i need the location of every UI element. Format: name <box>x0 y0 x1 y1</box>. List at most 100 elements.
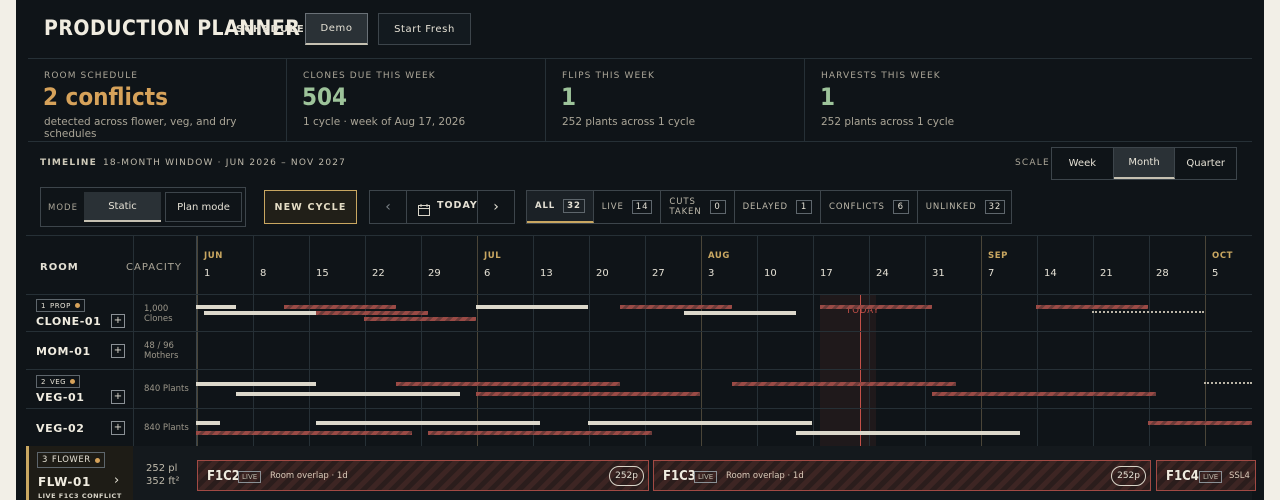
room-name: VEG-02 <box>36 422 85 435</box>
timeline-window: 18-MONTH WINDOW · JUN 2026 – NOV 2027 <box>102 158 347 168</box>
room-name: FLW-01 <box>38 475 91 489</box>
room-row-veg-02[interactable]: VEG-02 + 840 Plants <box>26 409 1252 447</box>
month-label: JUN <box>204 251 223 261</box>
add-cycle-icon[interactable]: + <box>111 421 125 435</box>
stat-label: ROOM SCHEDULE <box>44 71 139 81</box>
week-label: 8 <box>260 268 267 279</box>
week-label: 3 <box>708 268 715 279</box>
stats-bar: ROOM SCHEDULE 2 conflicts detected acros… <box>28 58 1252 142</box>
cycle-message: Room overlap · 1d <box>726 471 804 481</box>
week-label: 14 <box>1044 268 1057 279</box>
filter-all[interactable]: ALL 32 <box>527 191 594 223</box>
room-row-mom-01[interactable]: MOM-01 + 48 / 96 Mothers <box>26 332 1252 370</box>
cycle-message: SSL4 <box>1229 471 1250 481</box>
flower-cycle-block[interactable]: F1C4 LIVE SSL4 <box>1156 460 1256 491</box>
week-label: 15 <box>316 268 329 279</box>
scale-selector: Week Month Quarter <box>1051 147 1237 180</box>
week-label: 20 <box>596 268 609 279</box>
stat-harvests: HARVESTS THIS WEEK 1 252 plants across 1… <box>805 59 1063 141</box>
stat-clones-due: CLONES DUE THIS WEEK 504 1 cycle · week … <box>287 59 546 141</box>
new-cycle-button[interactable]: NEW CYCLE <box>264 190 357 224</box>
scale-label: SCALE <box>1015 158 1050 168</box>
filter-live[interactable]: LIVE 14 <box>594 191 662 223</box>
flower-cycle-block[interactable]: F1C3 LIVE Room overlap · 1d 252p <box>653 460 1151 491</box>
mode-label: MODE <box>48 203 78 213</box>
stat-room-schedule: ROOM SCHEDULE 2 conflicts detected acros… <box>28 59 287 141</box>
week-label: 31 <box>932 268 945 279</box>
add-cycle-icon[interactable]: + <box>111 344 125 358</box>
flower-room-cell: 3 FLOWER FLW-01 › LIVE F1C3 CONFLICT <box>26 446 133 500</box>
room-row-veg-01[interactable]: 2 VEG VEG-01 + 840 Plants <box>26 370 1252 409</box>
stat-label: HARVESTS THIS WEEK <box>821 71 941 81</box>
plant-count-badge: 252p <box>609 466 644 486</box>
week-label: 1 <box>204 268 211 279</box>
cycle-code: F1C4 <box>1166 469 1199 484</box>
schedule-label: SCHEDULE <box>236 24 305 35</box>
timeline-heading: TIMELINE 18-MONTH WINDOW · JUN 2026 – NOV… <box>40 158 346 168</box>
month-label: AUG <box>708 251 730 261</box>
filter-count: 0 <box>709 200 726 214</box>
week-label: 28 <box>1156 268 1169 279</box>
filter-label: ALL <box>535 201 556 211</box>
mode-plan-button[interactable]: Plan mode <box>165 192 242 222</box>
filter-unlinked[interactable]: UNLINKED 32 <box>918 191 1014 223</box>
stat-label: FLIPS THIS WEEK <box>562 71 656 81</box>
room-tag: 1 PROP <box>36 299 85 312</box>
month-label: SEP <box>988 251 1008 261</box>
filter-label: LIVE <box>601 202 624 212</box>
calendar-icon <box>418 201 430 220</box>
app-window: PRODUCTION PLANNER SCHEDULE Demo Start F… <box>16 0 1264 500</box>
mode-static-button[interactable]: Static <box>84 192 161 222</box>
stat-sub: 252 plants across 1 cycle <box>562 116 696 128</box>
stat-sub: 1 cycle · week of Aug 17, 2026 <box>303 116 466 128</box>
cycle-code: F1C2 <box>207 469 240 484</box>
filter-count: 32 <box>563 199 585 213</box>
filter-cuts-taken[interactable]: CUTS TAKEN 0 <box>661 191 735 223</box>
next-arrow-icon[interactable]: › <box>477 191 514 223</box>
scale-quarter-button[interactable]: Quarter <box>1175 148 1236 179</box>
cycle-message: Room overlap · 1d <box>270 471 348 481</box>
prev-arrow-icon[interactable]: ‹ <box>370 191 407 223</box>
filter-conflicts[interactable]: CONFLICTS 6 <box>821 191 918 223</box>
stat-flips: FLIPS THIS WEEK 1 252 plants across 1 cy… <box>546 59 805 141</box>
filter-delayed[interactable]: DELAYED 1 <box>735 191 821 223</box>
week-label: 6 <box>484 268 491 279</box>
filter-label: CUTS TAKEN <box>669 197 702 217</box>
plant-count-badge: 252p <box>1111 466 1146 486</box>
add-cycle-icon[interactable]: + <box>111 314 125 328</box>
filter-count: 32 <box>984 200 1006 214</box>
live-badge: LIVE <box>1199 471 1223 483</box>
filter-count: 14 <box>631 200 653 214</box>
week-label: 29 <box>428 268 441 279</box>
demo-button[interactable]: Demo <box>305 13 368 45</box>
filter-count: 6 <box>892 200 909 214</box>
room-tag: 3 FLOWER <box>37 452 105 468</box>
live-badge: LIVE <box>694 471 718 483</box>
room-name: VEG-01 <box>36 391 85 404</box>
stat-label: CLONES DUE THIS WEEK <box>303 71 436 81</box>
start-fresh-button[interactable]: Start Fresh <box>378 13 471 45</box>
scale-week-button[interactable]: Week <box>1052 148 1114 179</box>
room-capacity: 1,000 Clones <box>144 304 173 324</box>
month-label: OCT <box>1212 251 1234 261</box>
week-label: 10 <box>764 268 777 279</box>
stat-sub: detected across flower, veg, and dry sch… <box>44 116 237 140</box>
room-capacity: 840 Plants <box>144 384 189 394</box>
room-row-flw-01[interactable]: 3 FLOWER FLW-01 › LIVE F1C3 CONFLICT 252 … <box>26 446 1256 500</box>
room-name: CLONE-01 <box>36 315 102 328</box>
stat-sub: 252 plants across 1 cycle <box>821 116 955 128</box>
scale-month-button[interactable]: Month <box>1113 148 1176 179</box>
filter-label: DELAYED <box>742 202 788 212</box>
stat-value: 1 <box>561 83 577 111</box>
room-capacity: 252 pl 352 ft² <box>146 463 180 487</box>
timeline-title: TIMELINE <box>40 158 97 168</box>
today-button[interactable]: TODAY <box>437 200 478 211</box>
filter-label: CONFLICTS <box>829 202 885 212</box>
chevron-right-icon[interactable]: › <box>114 473 119 488</box>
add-cycle-icon[interactable]: + <box>111 390 125 404</box>
room-capacity: 840 Plants <box>144 423 189 433</box>
stat-value: 504 <box>302 83 348 111</box>
flower-cycle-block[interactable]: F1C2 LIVE Room overlap · 1d 252p <box>197 460 649 491</box>
room-row-clone-01[interactable]: 1 PROP CLONE-01 + 1,000 Clones <box>26 294 1252 332</box>
room-column-header: ROOM <box>40 262 79 273</box>
